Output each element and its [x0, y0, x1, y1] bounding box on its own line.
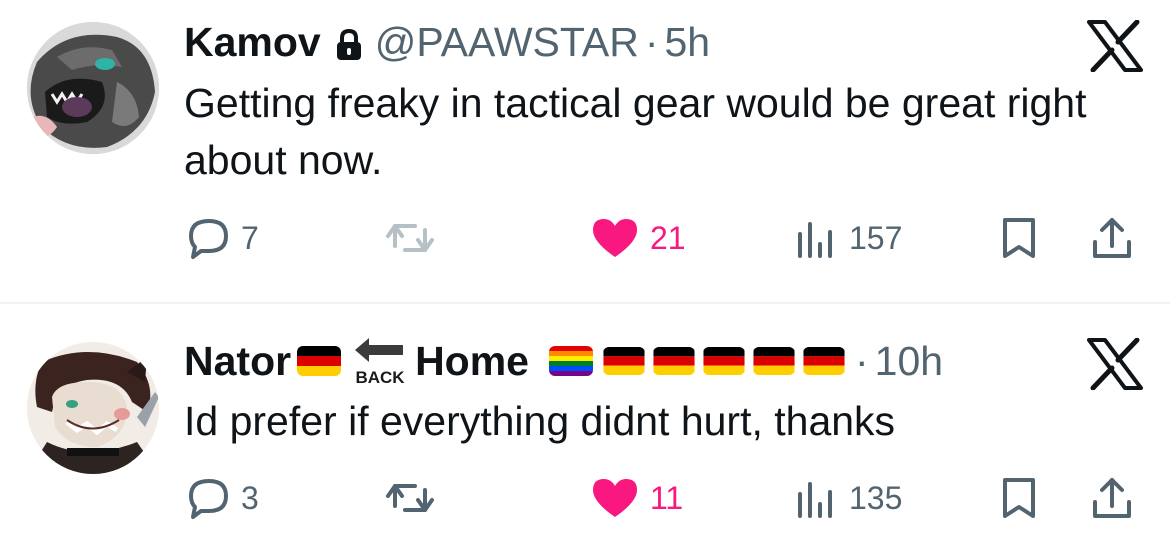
reply-button[interactable]: 7: [187, 213, 259, 263]
separator-dot: ·: [644, 18, 659, 65]
germany-flag-icon: [703, 347, 745, 375]
reply-count: 3: [241, 479, 259, 516]
retweet-button[interactable]: [385, 213, 445, 263]
rainbow-flag-icon: [549, 346, 593, 376]
like-count: 11: [650, 479, 684, 516]
x-logo-icon: [1087, 338, 1143, 390]
germany-flag-icon: [803, 347, 845, 375]
germany-flag-icon: [753, 347, 795, 375]
action-bar: 7 21 157: [0, 213, 1170, 263]
heart-filled-icon: [593, 479, 637, 517]
heart-filled-icon: [593, 219, 637, 257]
tweet-header: Nator BACK Home · 10h: [184, 336, 943, 387]
share-button[interactable]: [1090, 213, 1134, 263]
separator-dot: ·: [855, 337, 869, 384]
analytics-icon: [798, 222, 832, 258]
tweet-header: Kamov @PAAWSTAR · 5h: [184, 17, 710, 67]
avatar-wolf-image: [27, 22, 159, 154]
back-label: BACK: [356, 368, 406, 386]
share-button[interactable]: [1090, 473, 1134, 523]
reply-count: 7: [241, 219, 259, 256]
avatar-character-image: [27, 342, 159, 474]
germany-flag-icon: [297, 346, 342, 376]
back-arrow-icon: BACK: [351, 336, 409, 386]
germany-flag-icon: [653, 347, 695, 375]
reply-icon: [189, 219, 228, 259]
action-bar: 3 11 135: [0, 473, 1170, 523]
view-count: 157: [849, 219, 903, 256]
display-name[interactable]: Nator: [184, 338, 291, 385]
views-button[interactable]: 157: [795, 213, 902, 263]
share-icon: [1093, 218, 1131, 258]
bookmark-icon: [1003, 218, 1035, 258]
avatar[interactable]: [27, 342, 159, 474]
like-button[interactable]: 11: [590, 473, 683, 523]
retweet-icon: [386, 484, 434, 512]
tweet-card[interactable]: Kamov @PAAWSTAR · 5h Getting freaky in t…: [0, 0, 1170, 302]
tweet-text: Id prefer if everything didnt hurt, than…: [184, 398, 896, 444]
x-logo-icon: [1087, 20, 1143, 72]
bookmark-button[interactable]: [999, 213, 1039, 263]
tweet-card[interactable]: Nator BACK Home · 10h Id prefer if every…: [0, 304, 1170, 557]
display-name[interactable]: Kamov: [184, 19, 321, 66]
retweet-button[interactable]: [385, 473, 445, 523]
tweet-text: Getting freaky in tactical gear would be…: [184, 80, 1087, 183]
share-icon: [1093, 478, 1131, 518]
retweet-icon: [386, 224, 434, 252]
reply-button[interactable]: 3: [187, 473, 259, 523]
reply-icon: [189, 479, 228, 519]
lock-icon: [335, 25, 363, 60]
germany-flag-icon: [603, 347, 645, 375]
bookmark-button[interactable]: [999, 473, 1039, 523]
view-count: 135: [849, 479, 903, 516]
like-count: 21: [650, 219, 686, 256]
analytics-icon: [798, 482, 832, 518]
views-button[interactable]: 135: [795, 473, 902, 523]
display-name-home[interactable]: Home: [415, 338, 529, 385]
like-button[interactable]: 21: [590, 213, 686, 263]
avatar[interactable]: [27, 22, 159, 154]
timestamp[interactable]: 10h: [875, 338, 943, 385]
user-handle[interactable]: @PAAWSTAR: [375, 19, 639, 66]
bookmark-icon: [1003, 478, 1035, 518]
timestamp[interactable]: 5h: [664, 19, 710, 66]
